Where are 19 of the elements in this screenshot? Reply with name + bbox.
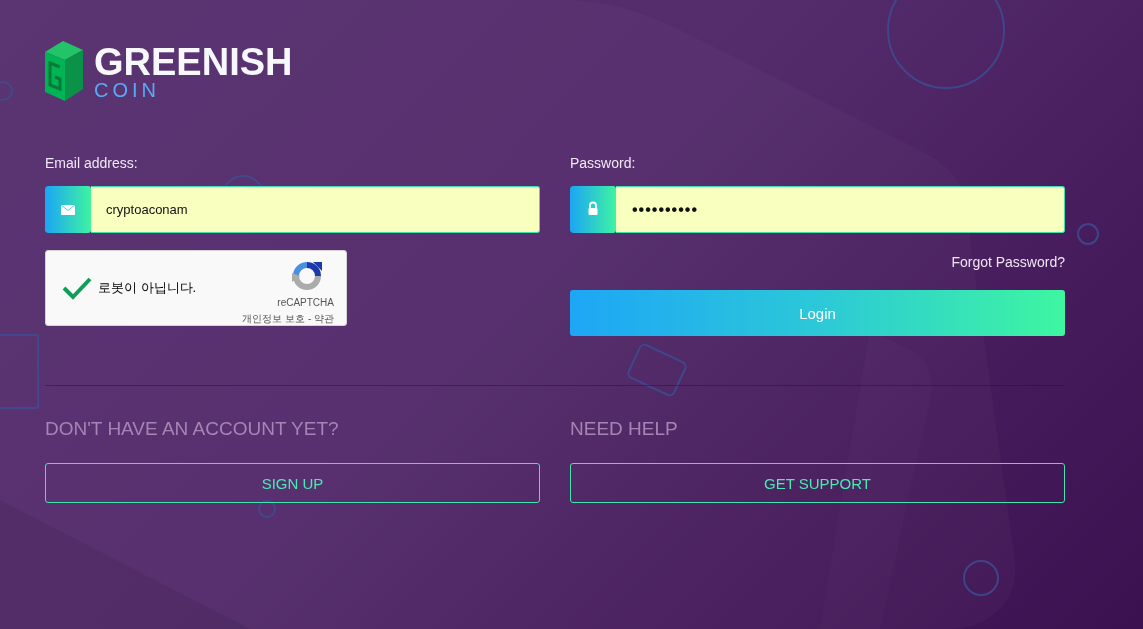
lock-icon [570, 186, 616, 233]
captcha-label: 로봇이 아닙니다. [98, 279, 197, 297]
outline-button[interactable]: GET SUPPORT [570, 463, 1065, 503]
forgot-password-link[interactable]: Forgot Password? [951, 254, 1065, 270]
section-heading: NEED HELP [570, 417, 679, 441]
checkmark-icon[interactable] [62, 276, 92, 300]
cube-logo-icon [45, 41, 85, 101]
brand-subtitle: COIN [94, 80, 161, 100]
captcha-brand-text: reCAPTCHA [277, 297, 334, 309]
outline-button[interactable]: SIGN UP [45, 463, 540, 503]
privacy-terms-link[interactable]: 개인정보 보호 - 약관 [242, 313, 334, 325]
password-label: Password: [570, 154, 637, 172]
brand-name: GREENISH [94, 44, 293, 80]
section-heading: DON'T HAVE AN ACCOUNT YET? [45, 417, 340, 441]
envelope-icon [45, 186, 91, 233]
password-field[interactable]: •••••••••• [616, 186, 1065, 233]
email-field[interactable]: cryptoaconam [91, 186, 540, 233]
recaptcha-logo-icon [291, 260, 323, 292]
email-label: Email address: [45, 154, 139, 172]
